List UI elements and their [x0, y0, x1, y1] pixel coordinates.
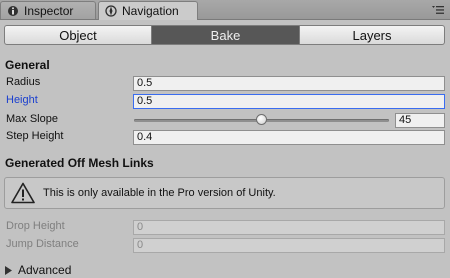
bake-tab-button[interactable]: Bake [152, 25, 300, 45]
advanced-foldout[interactable]: Advanced [4, 263, 71, 277]
advanced-label: Advanced [18, 263, 72, 277]
window-tab-bar: Inspector Navigation [0, 0, 450, 20]
step-height-field[interactable]: 0.4 [133, 130, 445, 145]
radius-label: Radius [6, 76, 41, 88]
jump-distance-field: 0 [133, 238, 445, 253]
navigation-icon [105, 5, 117, 17]
navigation-mode-toolbar: Object Bake Layers [4, 25, 445, 45]
off-mesh-links-section-title: Generated Off Mesh Links [5, 156, 154, 170]
max-slope-label: Max Slope [6, 113, 58, 125]
jump-distance-label: Jump Distance [6, 238, 79, 250]
tab-inspector[interactable]: Inspector [0, 1, 96, 19]
tab-menu-icon[interactable] [432, 4, 444, 16]
radius-field[interactable]: 0.5 [133, 76, 445, 91]
height-label: Height [6, 94, 38, 106]
warning-icon [11, 182, 35, 204]
general-section-title: General [5, 58, 50, 72]
layers-tab-button[interactable]: Layers [300, 25, 445, 45]
pro-only-message: This is only available in the Pro versio… [43, 187, 276, 199]
tab-label-navigation: Navigation [122, 4, 179, 18]
max-slope-slider-thumb[interactable] [256, 114, 267, 125]
drop-height-field: 0 [133, 220, 445, 235]
tab-label-inspector: Inspector [24, 3, 74, 18]
max-slope-field[interactable]: 45 [395, 113, 445, 128]
object-tab-button[interactable]: Object [4, 25, 152, 45]
foldout-arrow-icon [5, 265, 12, 275]
pro-only-help-box: This is only available in the Pro versio… [4, 177, 445, 209]
step-height-label: Step Height [6, 130, 64, 142]
inspector-icon [8, 5, 18, 16]
drop-height-label: Drop Height [6, 220, 65, 232]
height-field[interactable]: 0.5 [133, 94, 445, 109]
tab-navigation[interactable]: Navigation [98, 1, 198, 20]
